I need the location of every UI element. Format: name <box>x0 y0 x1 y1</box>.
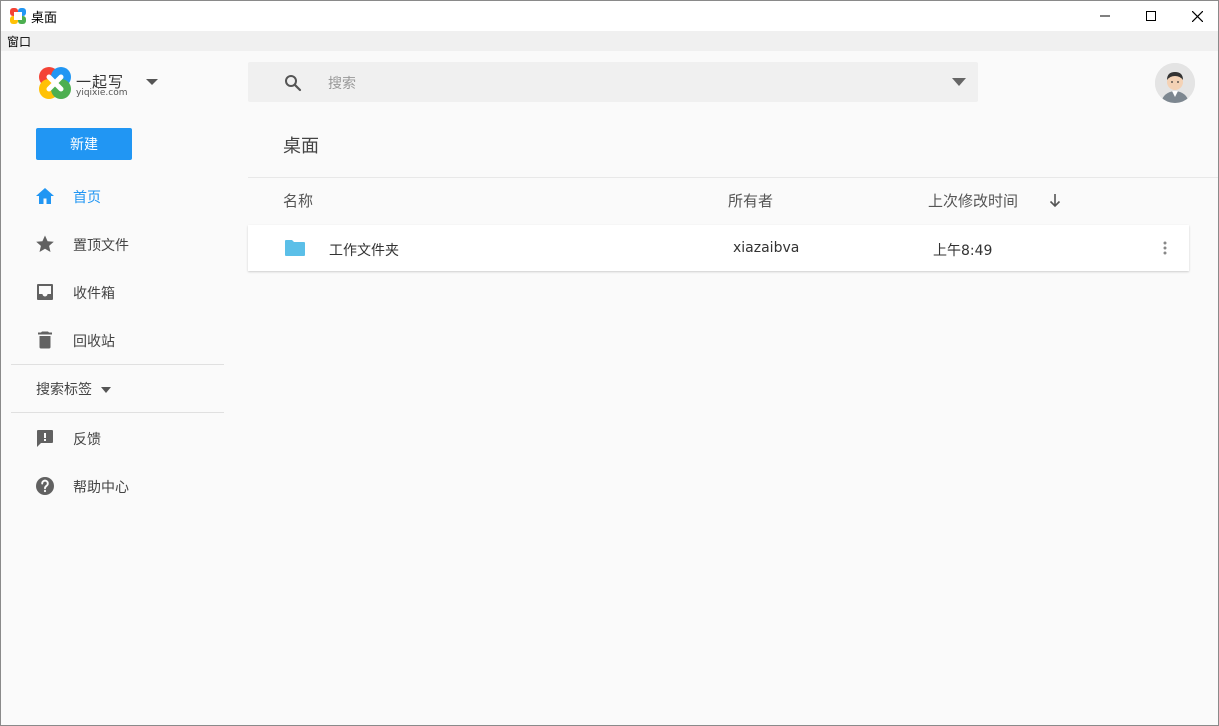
more-options-icon[interactable] <box>1158 239 1172 257</box>
sidebar-item-label: 反馈 <box>73 432 101 448</box>
user-avatar-icon <box>1155 63 1195 103</box>
column-header-modified[interactable]: 上次修改时间 <box>928 190 1018 211</box>
table-row[interactable]: 工作文件夹 xiazaibva 上午8:49 <box>248 225 1189 271</box>
file-name: 工作文件夹 <box>329 243 399 259</box>
account-menu-caret-icon[interactable] <box>146 79 158 85</box>
sidebar-item-label: 首页 <box>73 190 101 206</box>
star-icon <box>36 235 54 252</box>
brand-domain: yiqixie.com <box>76 88 128 98</box>
search-tags-label: 搜索标签 <box>36 382 92 398</box>
sidebar-item-trash[interactable]: 回收站 <box>11 320 225 360</box>
sidebar-item-label: 帮助中心 <box>73 480 129 496</box>
brand-logo-icon[interactable] <box>38 66 72 100</box>
sort-arrow-down-icon[interactable] <box>1047 192 1063 208</box>
close-button[interactable] <box>1174 1 1218 31</box>
minimize-icon <box>1100 15 1110 17</box>
avatar[interactable] <box>1155 63 1195 103</box>
help-icon <box>36 477 54 495</box>
file-owner: xiazaibva <box>733 240 800 256</box>
search-options-caret-icon[interactable] <box>952 78 966 86</box>
sidebar-item-home[interactable]: 首页 <box>11 176 225 216</box>
sidebar-divider <box>11 412 224 413</box>
search-tags-toggle[interactable]: 搜索标签 <box>36 379 112 399</box>
search-bar[interactable] <box>248 62 978 102</box>
sidebar-item-feedback[interactable]: 反馈 <box>11 418 225 458</box>
search-input[interactable] <box>326 70 930 98</box>
maximize-button[interactable] <box>1128 1 1174 31</box>
column-header-name[interactable]: 名称 <box>283 190 313 211</box>
feedback-icon <box>37 430 53 447</box>
page-title: 桌面 <box>283 136 319 157</box>
trash-icon <box>38 331 52 349</box>
new-button[interactable]: 新建 <box>36 128 132 160</box>
title-bar: 桌面 <box>1 1 1218 31</box>
app-logo-icon <box>10 8 26 24</box>
app-window: 桌面 窗口 一起写 yiqixie.com 新建 首页 置顶文件 收件箱 回收站… <box>0 0 1219 726</box>
sidebar-item-help[interactable]: 帮助中心 <box>11 466 225 506</box>
sidebar-item-pinned[interactable]: 置顶文件 <box>11 224 225 264</box>
sidebar-divider <box>11 364 224 365</box>
window-title: 桌面 <box>31 11 58 26</box>
search-icon <box>285 75 302 92</box>
sidebar-item-label: 回收站 <box>73 334 115 350</box>
file-modified-time: 上午8:49 <box>933 243 993 259</box>
minimize-button[interactable] <box>1082 1 1128 31</box>
sidebar-item-inbox[interactable]: 收件箱 <box>11 272 225 312</box>
menu-bar: 窗口 <box>1 31 1218 51</box>
close-icon <box>1191 10 1203 22</box>
folder-icon <box>285 240 305 256</box>
sidebar-item-label: 置顶文件 <box>73 238 129 254</box>
sidebar-item-label: 收件箱 <box>73 286 115 302</box>
header-divider <box>248 177 1218 178</box>
chevron-down-icon <box>101 386 112 393</box>
maximize-icon <box>1146 11 1156 21</box>
menu-window[interactable]: 窗口 <box>7 33 31 50</box>
column-header-owner[interactable]: 所有者 <box>728 190 773 211</box>
inbox-icon <box>37 284 53 300</box>
home-icon <box>36 188 54 204</box>
